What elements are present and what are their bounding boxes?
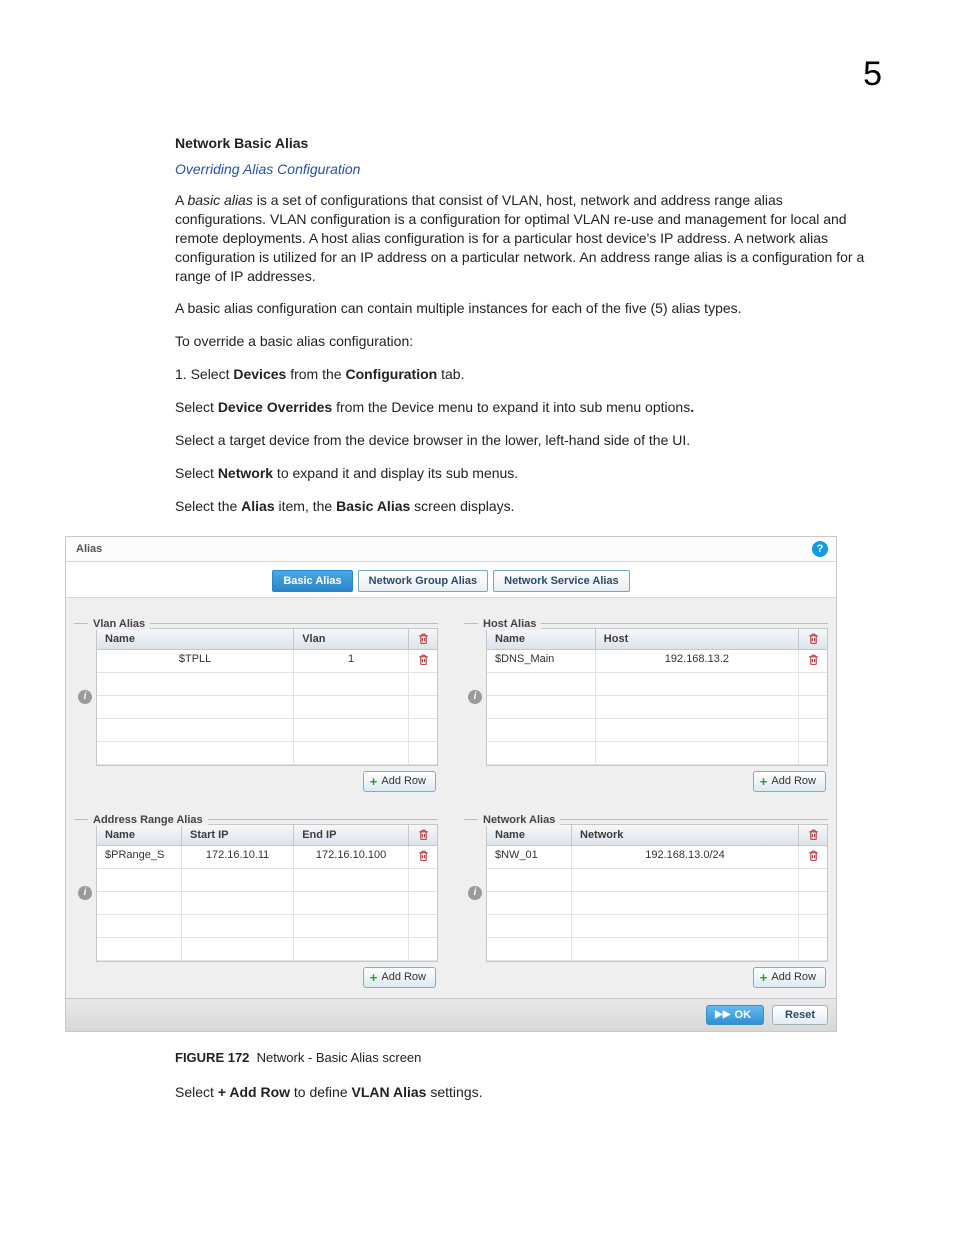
host-alias-title: Host Alias	[478, 618, 541, 630]
trash-icon	[807, 849, 820, 861]
trash-icon	[807, 632, 820, 644]
plus-icon: +	[760, 971, 768, 984]
subsection-link[interactable]: Overriding Alias Configuration	[175, 161, 874, 177]
col-vlan[interactable]: Vlan	[294, 629, 409, 649]
add-row-button[interactable]: + Add Row	[363, 967, 436, 988]
paragraph: Select Network to expand it and display …	[175, 464, 874, 483]
ok-button[interactable]: ▶▶ OK	[706, 1005, 764, 1025]
col-name[interactable]: Name	[487, 629, 596, 649]
info-icon[interactable]: i	[468, 886, 482, 900]
trash-icon	[417, 828, 430, 840]
cell-name[interactable]: $TPLL	[97, 650, 294, 672]
plus-icon: +	[760, 775, 768, 788]
paragraph: To override a basic alias configuration:	[175, 332, 874, 351]
cell-end-ip[interactable]: 172.16.10.100	[294, 846, 409, 868]
network-alias-grid: Name Network $NW_01 192.168.13.0/24	[486, 824, 828, 962]
col-name[interactable]: Name	[487, 825, 572, 845]
paragraph: Select a target device from the device b…	[175, 431, 874, 450]
col-delete	[799, 629, 827, 649]
network-alias-title: Network Alias	[478, 814, 560, 826]
paragraph: A basic alias configuration can contain …	[175, 299, 874, 318]
page-number: 5	[863, 55, 882, 94]
info-icon[interactable]: i	[78, 690, 92, 704]
trash-icon	[807, 653, 820, 665]
col-name[interactable]: Name	[97, 825, 182, 845]
table-row[interactable]: $TPLL 1	[97, 650, 437, 673]
plus-icon: +	[370, 971, 378, 984]
vlan-alias-panel: Vlan Alias i Name Vlan	[74, 608, 438, 792]
section-heading: Network Basic Alias	[175, 135, 874, 151]
col-delete	[799, 825, 827, 845]
col-name[interactable]: Name	[97, 629, 294, 649]
col-delete	[409, 825, 437, 845]
table-row[interactable]: $DNS_Main 192.168.13.2	[487, 650, 827, 673]
add-row-button[interactable]: + Add Row	[363, 771, 436, 792]
alias-config-panel: Alias ? Basic Alias Network Group Alias …	[65, 536, 837, 1032]
tab-basic-alias[interactable]: Basic Alias	[272, 570, 352, 592]
trash-icon	[417, 632, 430, 644]
paragraph: Select Device Overrides from the Device …	[175, 398, 874, 417]
delete-row-button[interactable]	[799, 650, 827, 672]
cell-host[interactable]: 192.168.13.2	[596, 650, 799, 672]
trash-icon	[807, 828, 820, 840]
panel-title: Alias	[76, 543, 102, 555]
panel-title-bar: Alias ?	[66, 537, 836, 562]
document-body: Network Basic Alias Overriding Alias Con…	[175, 55, 874, 516]
table-row[interactable]: $PRange_S 172.16.10.11 172.16.10.100	[97, 846, 437, 869]
cell-name[interactable]: $PRange_S	[97, 846, 182, 868]
cell-network[interactable]: 192.168.13.0/24	[572, 846, 799, 868]
cell-vlan[interactable]: 1	[294, 650, 409, 672]
reset-button[interactable]: Reset	[772, 1005, 828, 1025]
trash-icon	[417, 653, 430, 665]
host-alias-panel: Host Alias i Name Host	[464, 608, 828, 792]
delete-row-button[interactable]	[409, 650, 437, 672]
step-1: 1. Select Devices from the Configuration…	[175, 365, 874, 384]
closing-instruction: Select + Add Row to define VLAN Alias se…	[175, 1083, 874, 1102]
vlan-alias-title: Vlan Alias	[88, 618, 150, 630]
arrow-icon: ▶▶	[715, 1009, 730, 1020]
address-range-grid: Name Start IP End IP $PRange_S 172.1	[96, 824, 438, 962]
delete-row-button[interactable]	[409, 846, 437, 868]
cell-name[interactable]: $DNS_Main	[487, 650, 596, 672]
host-alias-grid: Name Host $DNS_Main 192.168.13.2	[486, 628, 828, 766]
help-icon[interactable]: ?	[812, 541, 828, 557]
col-start-ip[interactable]: Start IP	[182, 825, 294, 845]
address-range-title: Address Range Alias	[88, 814, 208, 826]
delete-row-button[interactable]	[799, 846, 827, 868]
plus-icon: +	[370, 775, 378, 788]
paragraph-intro: A basic alias is a set of configurations…	[175, 191, 874, 285]
col-host[interactable]: Host	[596, 629, 799, 649]
info-icon[interactable]: i	[468, 690, 482, 704]
info-icon[interactable]: i	[78, 886, 92, 900]
trash-icon	[417, 849, 430, 861]
add-row-button[interactable]: + Add Row	[753, 771, 826, 792]
tab-network-service-alias[interactable]: Network Service Alias	[493, 570, 630, 592]
address-range-alias-panel: Address Range Alias i Name Start IP End …	[74, 804, 438, 988]
tab-network-group-alias[interactable]: Network Group Alias	[358, 570, 488, 592]
col-end-ip[interactable]: End IP	[294, 825, 409, 845]
col-network[interactable]: Network	[572, 825, 799, 845]
add-row-button[interactable]: + Add Row	[753, 967, 826, 988]
cell-start-ip[interactable]: 172.16.10.11	[182, 846, 294, 868]
network-alias-panel: Network Alias i Name Network	[464, 804, 828, 988]
figure-caption: FIGURE 172 Network - Basic Alias screen	[175, 1050, 884, 1065]
table-row[interactable]: $NW_01 192.168.13.0/24	[487, 846, 827, 869]
col-delete	[409, 629, 437, 649]
vlan-alias-grid: Name Vlan $TPLL 1	[96, 628, 438, 766]
paragraph: Select the Alias item, the Basic Alias s…	[175, 497, 874, 516]
cell-name[interactable]: $NW_01	[487, 846, 572, 868]
footer-action-bar: ▶▶ OK Reset	[66, 998, 836, 1031]
tabs-row: Basic Alias Network Group Alias Network …	[66, 562, 836, 598]
